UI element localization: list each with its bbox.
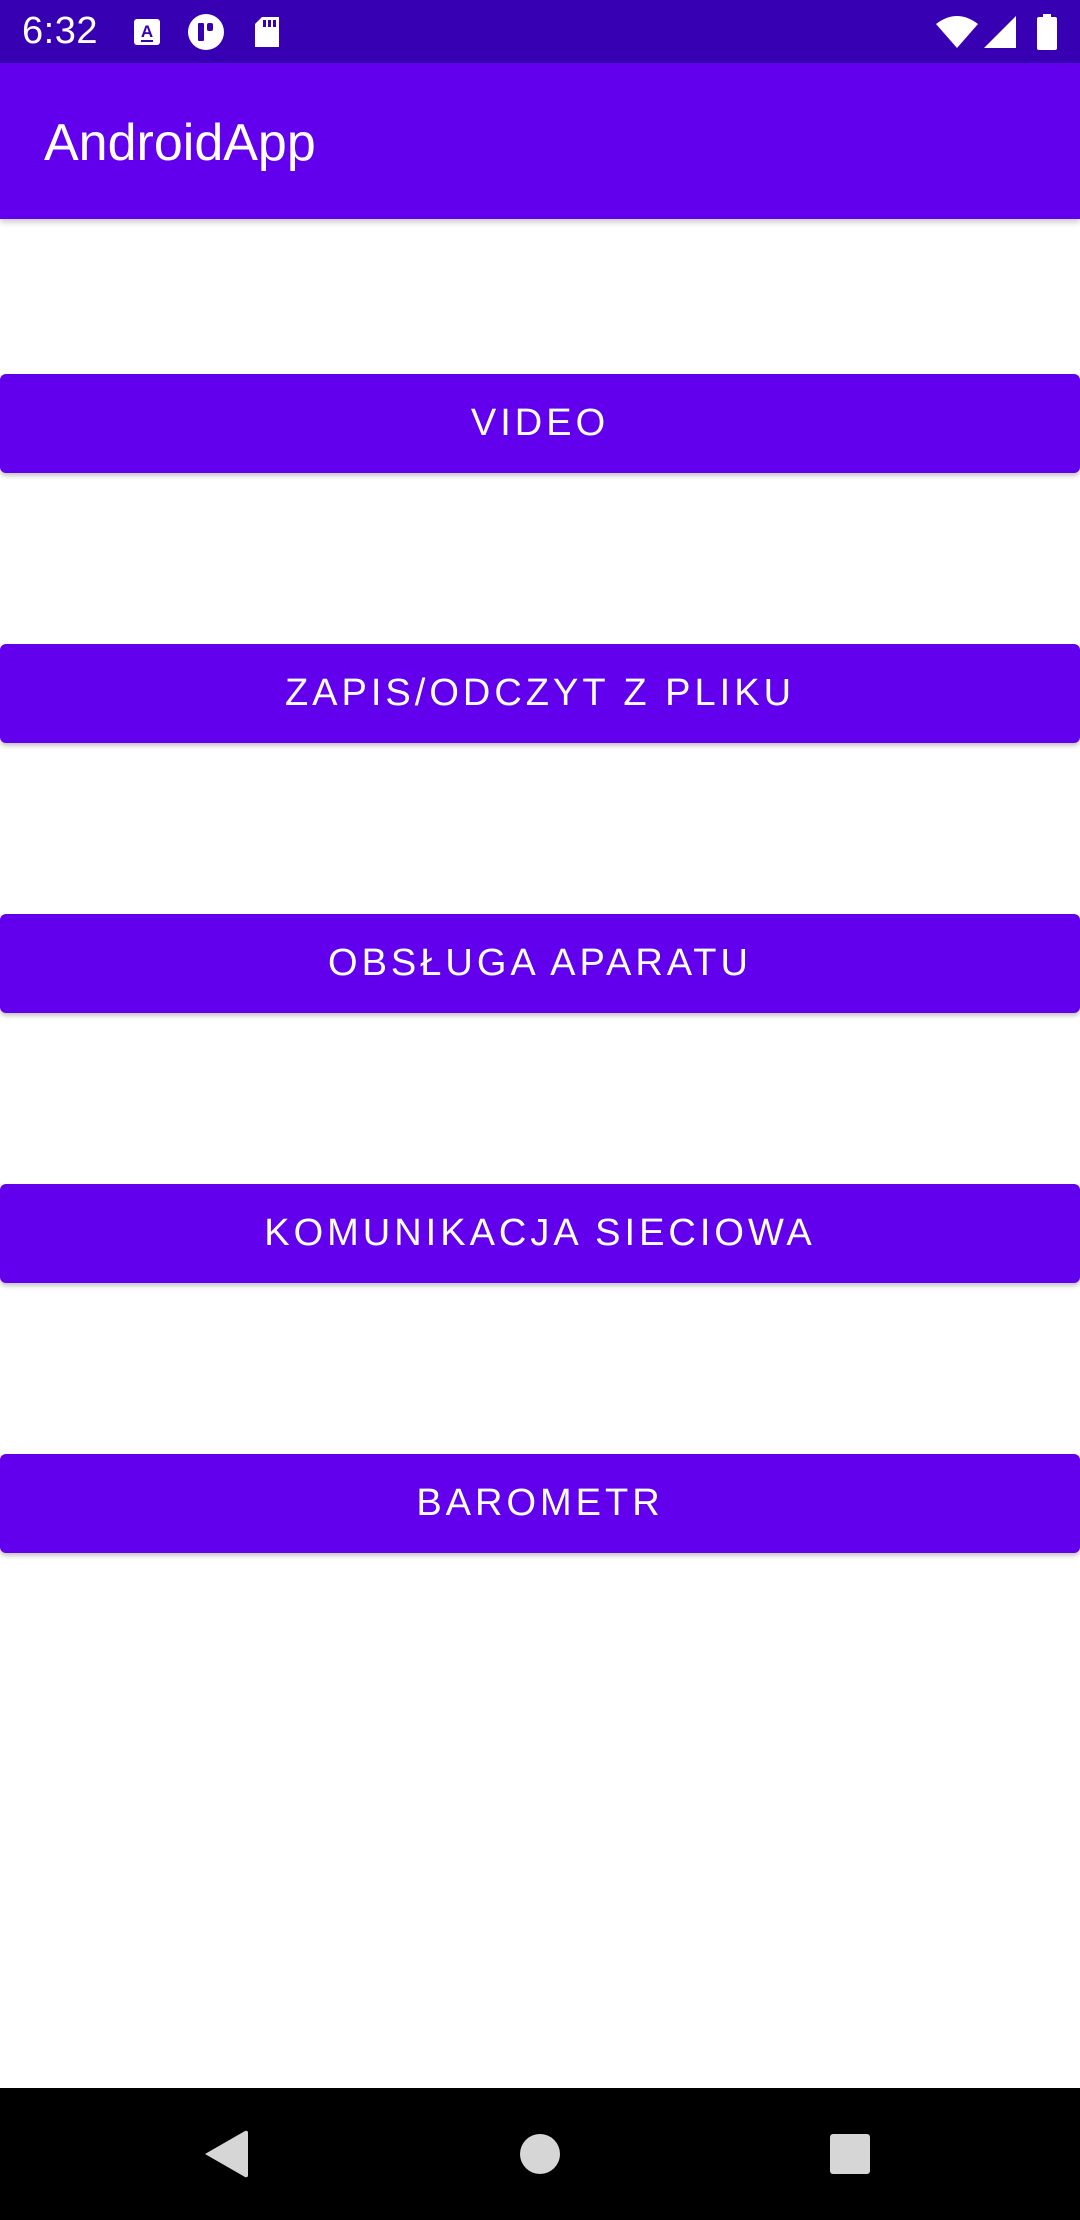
wifi-icon xyxy=(934,0,980,63)
keyboard-a-icon: A xyxy=(132,0,162,63)
back-button[interactable] xyxy=(160,2088,292,2220)
status-bar: 6:32 A xyxy=(0,0,1080,63)
recents-button[interactable] xyxy=(784,2088,916,2220)
back-icon xyxy=(205,2130,248,2178)
navigation-bar xyxy=(0,2088,1080,2220)
home-button[interactable] xyxy=(474,2088,606,2220)
app-notification-icon xyxy=(186,0,226,63)
app-bar: AndroidApp xyxy=(0,63,1080,219)
svg-text:A: A xyxy=(141,22,153,41)
screen: 6:32 A AndroidApp VIDEO ZAPIS/ODCZYT Z P… xyxy=(0,0,1080,2220)
signal-icon xyxy=(982,0,1018,63)
status-time: 6:32 xyxy=(22,10,98,52)
network-communication-button[interactable]: KOMUNIKACJA SIECIOWA xyxy=(0,1184,1080,1283)
camera-button[interactable]: OBSŁUGA APARATU xyxy=(0,914,1080,1013)
recents-icon xyxy=(830,2134,870,2174)
home-icon xyxy=(520,2134,560,2174)
barometer-button[interactable]: BAROMETR xyxy=(0,1454,1080,1553)
file-read-write-button[interactable]: ZAPIS/ODCZYT Z PLIKU xyxy=(0,644,1080,743)
app-title: AndroidApp xyxy=(44,114,316,172)
sd-card-icon xyxy=(252,0,282,63)
battery-icon xyxy=(1036,0,1058,63)
video-button[interactable]: VIDEO xyxy=(0,374,1080,473)
